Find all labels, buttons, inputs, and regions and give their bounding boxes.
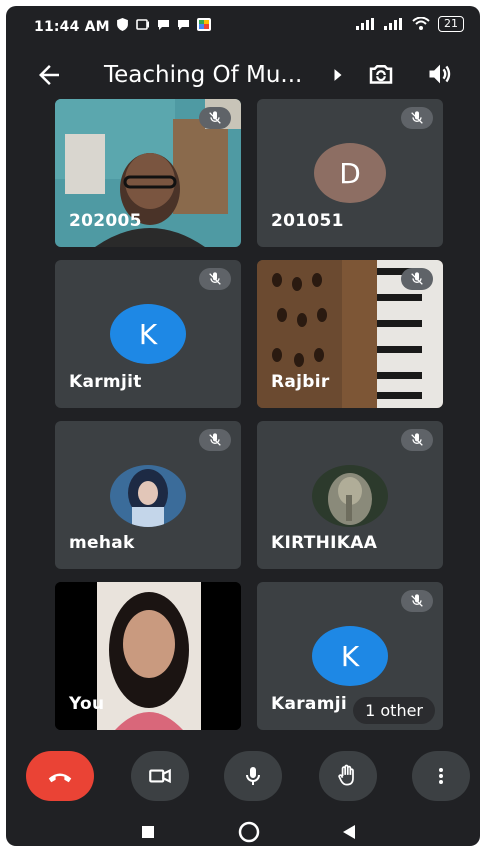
participant-tile[interactable]: D 201051 <box>257 99 443 247</box>
phone-screen: 11:44 AM 21 Teaching Of Mu... 202005 D 2… <box>6 6 480 846</box>
microphone-toggle-button[interactable] <box>224 751 282 801</box>
speaker-icon <box>429 64 451 84</box>
more-vertical-icon <box>439 768 443 784</box>
participant-name: 202005 <box>69 211 142 231</box>
participant-name: Karamji <box>271 694 347 714</box>
notification-icons <box>116 18 211 31</box>
mic-off-indicator <box>401 107 433 129</box>
signal-icon-2 <box>384 18 402 30</box>
message-icon <box>158 19 169 30</box>
screen-cast-icon <box>136 18 149 30</box>
participant-name: KIRTHIKAA <box>271 533 378 553</box>
switch-camera-button[interactable] <box>366 60 398 92</box>
chevron-right-icon[interactable] <box>332 68 344 82</box>
back-nav-icon[interactable] <box>342 824 356 840</box>
meet-app-icon <box>197 18 211 31</box>
shield-icon <box>117 18 128 31</box>
wifi-icon <box>412 17 430 30</box>
video-camera-icon <box>149 768 171 784</box>
participant-avatar: K <box>312 626 388 686</box>
avatar-initial: K <box>340 639 360 673</box>
participant-name: Karmjit <box>69 372 142 392</box>
participant-tile[interactable]: mehak <box>55 421 241 569</box>
participant-name: You <box>69 694 105 714</box>
end-call-button[interactable] <box>26 751 94 801</box>
mic-off-icon <box>411 111 423 124</box>
speaker-button[interactable] <box>426 60 458 92</box>
avatar-initial: K <box>138 317 158 351</box>
mic-off-indicator <box>199 429 231 451</box>
mic-off-icon <box>209 111 221 124</box>
participant-name: Rajbir <box>271 372 330 392</box>
participant-tile[interactable]: K Karamji 1 other <box>257 582 443 730</box>
participant-avatar <box>312 465 388 527</box>
raise-hand-icon <box>338 764 354 786</box>
mic-off-icon <box>411 272 423 285</box>
switch-camera-icon <box>369 65 393 84</box>
camera-toggle-button[interactable] <box>131 751 189 801</box>
participant-tile[interactable]: KIRTHIKAA <box>257 421 443 569</box>
participant-avatar: D <box>314 143 386 203</box>
signal-icon <box>356 18 374 30</box>
others-count-badge[interactable]: 1 other <box>353 697 435 724</box>
avatar-initial: D <box>339 156 361 190</box>
self-view-tile[interactable]: You <box>55 582 241 730</box>
participant-avatar <box>110 465 186 527</box>
recents-icon[interactable] <box>141 825 155 839</box>
participant-tile[interactable]: 202005 <box>55 99 241 247</box>
mic-off-indicator <box>199 107 231 129</box>
participant-tile[interactable]: Rajbir <box>257 260 443 408</box>
system-status-icons: 21 <box>356 16 464 32</box>
call-header: Teaching Of Mu... <box>6 50 480 102</box>
meeting-title[interactable]: Teaching Of Mu... <box>104 62 302 88</box>
mic-off-indicator <box>401 268 433 290</box>
arrow-left-icon <box>39 65 59 85</box>
mic-off-indicator <box>401 590 433 612</box>
system-navigation-bar <box>6 818 480 846</box>
battery-indicator: 21 <box>438 16 464 32</box>
participant-name: 201051 <box>271 211 344 231</box>
mic-off-icon <box>411 433 423 446</box>
home-icon[interactable] <box>238 821 260 843</box>
status-bar: 11:44 AM 21 <box>6 6 480 46</box>
status-time: 11:44 AM <box>34 19 110 35</box>
raise-hand-button[interactable] <box>319 751 377 801</box>
more-options-button[interactable] <box>412 751 470 801</box>
mic-off-indicator <box>199 268 231 290</box>
microphone-icon <box>246 767 260 785</box>
participant-name: mehak <box>69 533 135 553</box>
message-icon-2 <box>178 19 189 30</box>
participant-tile[interactable]: K Karmjit <box>55 260 241 408</box>
phone-hangup-icon <box>48 773 72 783</box>
back-button[interactable] <box>34 60 66 92</box>
mic-off-indicator <box>401 429 433 451</box>
mic-off-icon <box>209 433 221 446</box>
mic-off-icon <box>209 272 221 285</box>
mic-off-icon <box>411 594 423 607</box>
participant-avatar: K <box>110 304 186 364</box>
